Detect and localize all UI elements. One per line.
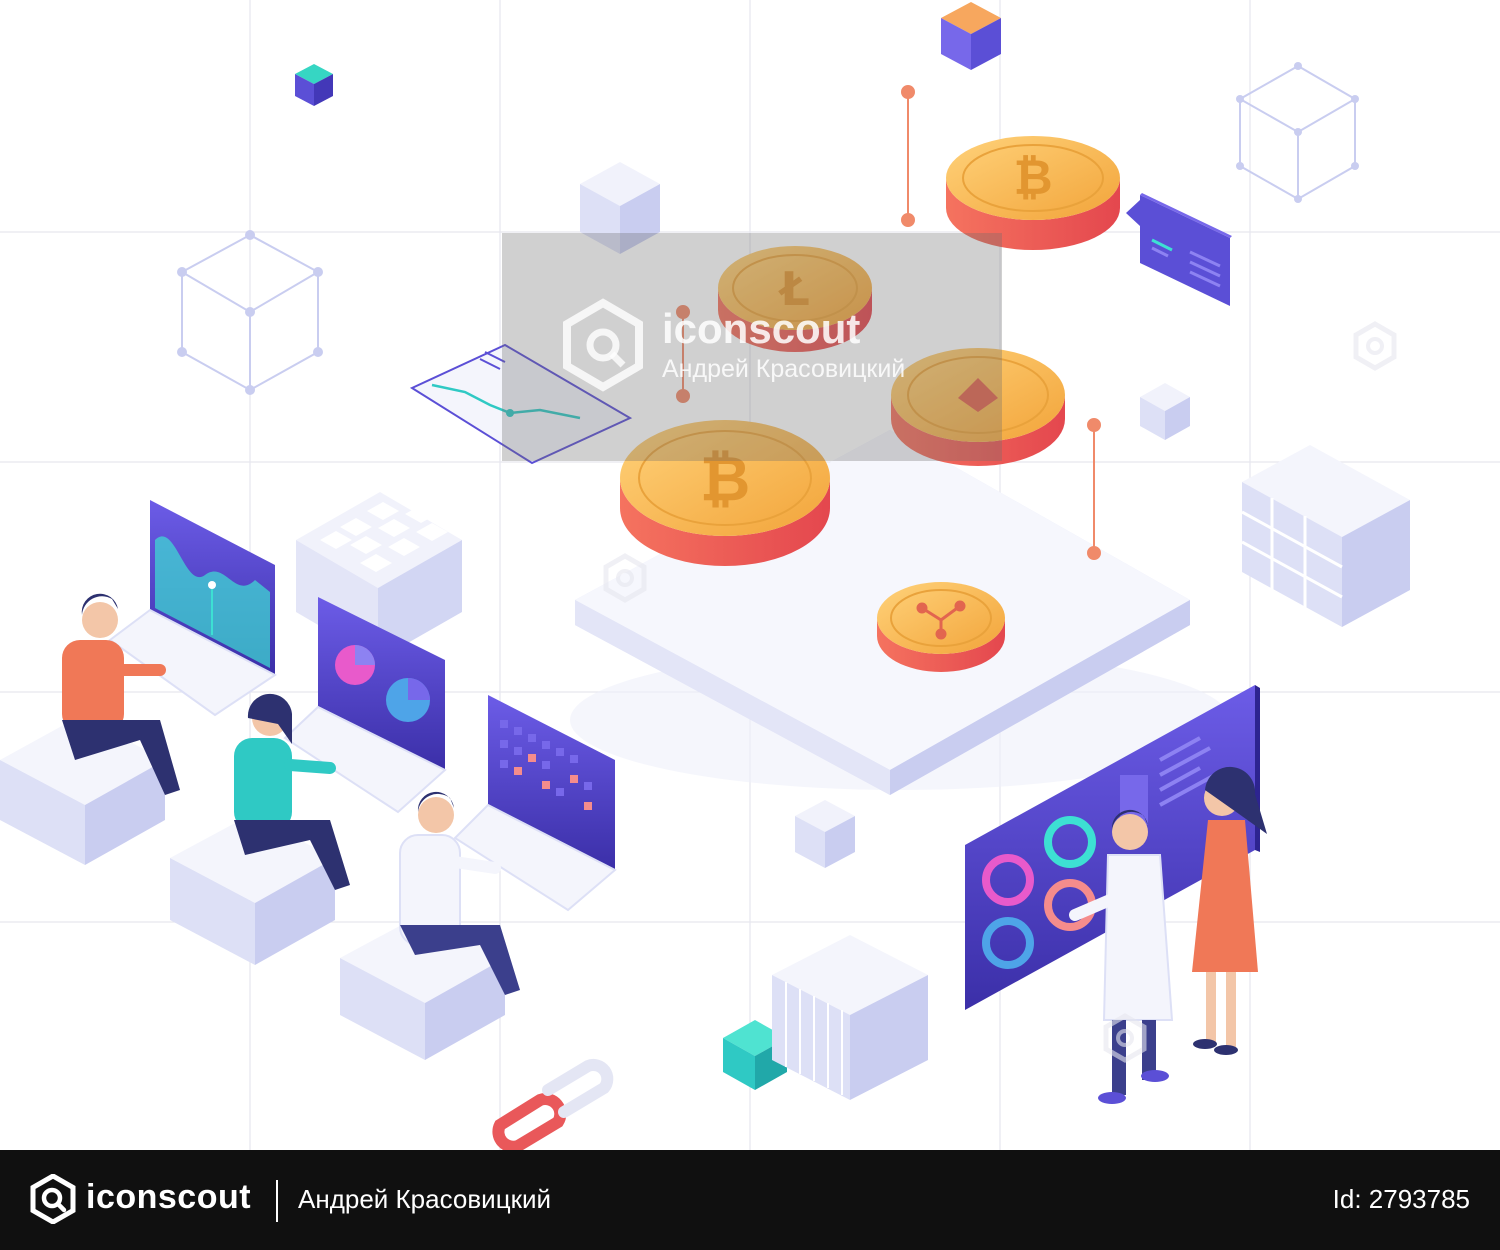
cube-lavender-2 [1140,383,1190,440]
footer-asset-id: Id: 2793785 [1332,1184,1470,1214]
watermark-text: iconscout Андрей Красовицкий [662,305,905,384]
server-blocks-stack [1241,445,1410,627]
bitcoin-coin-top: ₿ [946,136,1120,250]
iconscout-logo-icon [30,1174,76,1224]
bitcoin-coin-icon: ₿ [1013,150,1052,206]
footer-author: Андрей Красовицкий [298,1184,552,1214]
footer-brand: iconscout [86,1178,252,1216]
wireframe-cube-right [1236,62,1359,203]
cube-lavender-3 [795,800,855,868]
ribbed-cube [772,935,928,1100]
ripple-coin [877,582,1005,672]
watermark-author: Андрей Красовицкий [662,355,906,383]
watermark-brand: iconscout [662,305,861,352]
cube-orange-top [941,2,1001,70]
floating-info-panel [1126,193,1232,306]
footer-bar: iconscout Андрей Красовицкий Id: 2793785 [0,1150,1500,1250]
footer-divider [276,1180,278,1222]
crypto-isometric-illustration: ₿ Ł ₿ [0,0,1500,1150]
chain-link-icon [492,1058,614,1150]
cube-teal-small [295,64,333,106]
